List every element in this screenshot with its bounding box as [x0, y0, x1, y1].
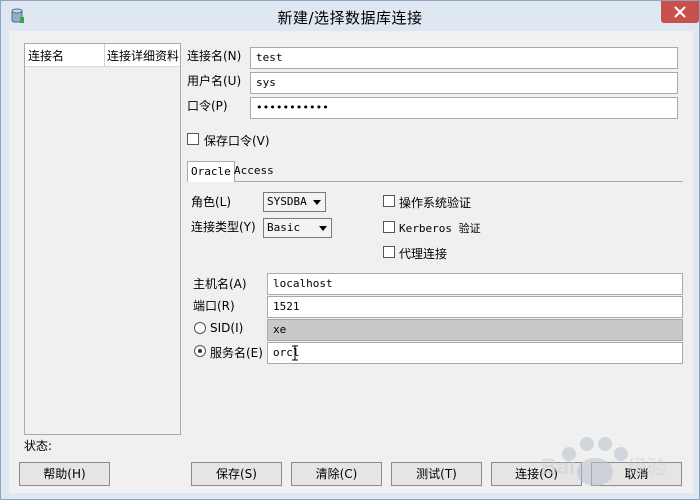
sid-label[interactable]: SID(I): [210, 321, 243, 335]
column-header-name[interactable]: 连接名: [28, 47, 64, 64]
text-cursor-icon: [292, 345, 298, 361]
conn-name-field[interactable]: test: [250, 47, 678, 69]
sid-field: xe: [267, 319, 683, 341]
conn-type-value: Basic: [267, 221, 301, 234]
tab-oracle[interactable]: Oracle: [187, 161, 235, 182]
chevron-down-icon: [313, 200, 321, 205]
db-type-tabs: Oracle Access: [187, 161, 683, 182]
chevron-down-icon: [319, 226, 327, 231]
conn-type-select[interactable]: Basic: [263, 218, 332, 238]
host-label: 主机名(A): [193, 277, 247, 291]
service-name-field[interactable]: orcl: [267, 342, 683, 364]
os-auth-label[interactable]: 操作系统验证: [399, 194, 471, 211]
dialog-body: 连接名 连接详细资料 状态: 连接名(N) test 用户名(U) sys 口令…: [9, 31, 693, 493]
close-button[interactable]: [661, 1, 699, 23]
column-header-details[interactable]: 连接详细资料: [107, 47, 179, 64]
service-name-label[interactable]: 服务名(E): [210, 344, 263, 361]
tab-access[interactable]: Access: [231, 161, 277, 181]
save-button[interactable]: 保存(S): [191, 462, 282, 486]
kerberos-checkbox[interactable]: [383, 221, 395, 233]
clear-button[interactable]: 清除(C): [291, 462, 382, 486]
conn-type-label: 连接类型(Y): [191, 220, 256, 234]
os-auth-checkbox[interactable]: [383, 195, 395, 207]
password-label: 口令(P): [187, 99, 228, 113]
sid-radio[interactable]: [194, 322, 206, 334]
column-divider[interactable]: [104, 44, 105, 66]
svg-text:Bai: Bai: [541, 454, 575, 479]
service-name-radio[interactable]: [194, 345, 206, 357]
password-field[interactable]: •••••••••••: [250, 97, 678, 119]
title-bar[interactable]: 新建/选择数据库连接: [1, 1, 699, 31]
help-button[interactable]: 帮助(H): [19, 462, 110, 486]
host-field[interactable]: localhost: [267, 273, 683, 295]
test-button[interactable]: 测试(T): [391, 462, 482, 486]
dialog-window: 新建/选择数据库连接 连接名 连接详细资料 状态: 连接名(N) test 用户…: [0, 0, 700, 500]
connection-list[interactable]: 连接名 连接详细资料: [24, 43, 181, 435]
save-password-checkbox[interactable]: [187, 133, 199, 145]
save-password-label[interactable]: 保存口令(V): [204, 132, 270, 149]
close-icon: [674, 6, 686, 18]
user-name-label: 用户名(U): [187, 74, 242, 88]
role-label: 角色(L): [191, 195, 232, 209]
proxy-checkbox[interactable]: [383, 246, 395, 258]
window-title: 新建/选择数据库连接: [277, 9, 423, 27]
baidu-watermark: Bai 经验: [541, 437, 667, 486]
conn-name-label: 连接名(N): [187, 49, 242, 63]
svg-text:经验: 经验: [627, 456, 667, 479]
proxy-label[interactable]: 代理连接: [399, 245, 447, 262]
status-label: 状态:: [24, 439, 53, 453]
kerberos-label[interactable]: Kerberos 验证: [399, 220, 481, 236]
port-label: 端口(R): [193, 299, 235, 313]
role-value: SYSDBA: [267, 195, 307, 208]
role-select[interactable]: SYSDBA: [263, 192, 326, 212]
port-field[interactable]: 1521: [267, 296, 683, 318]
user-name-field[interactable]: sys: [250, 72, 678, 94]
list-header: 连接名 连接详细资料: [25, 44, 180, 67]
